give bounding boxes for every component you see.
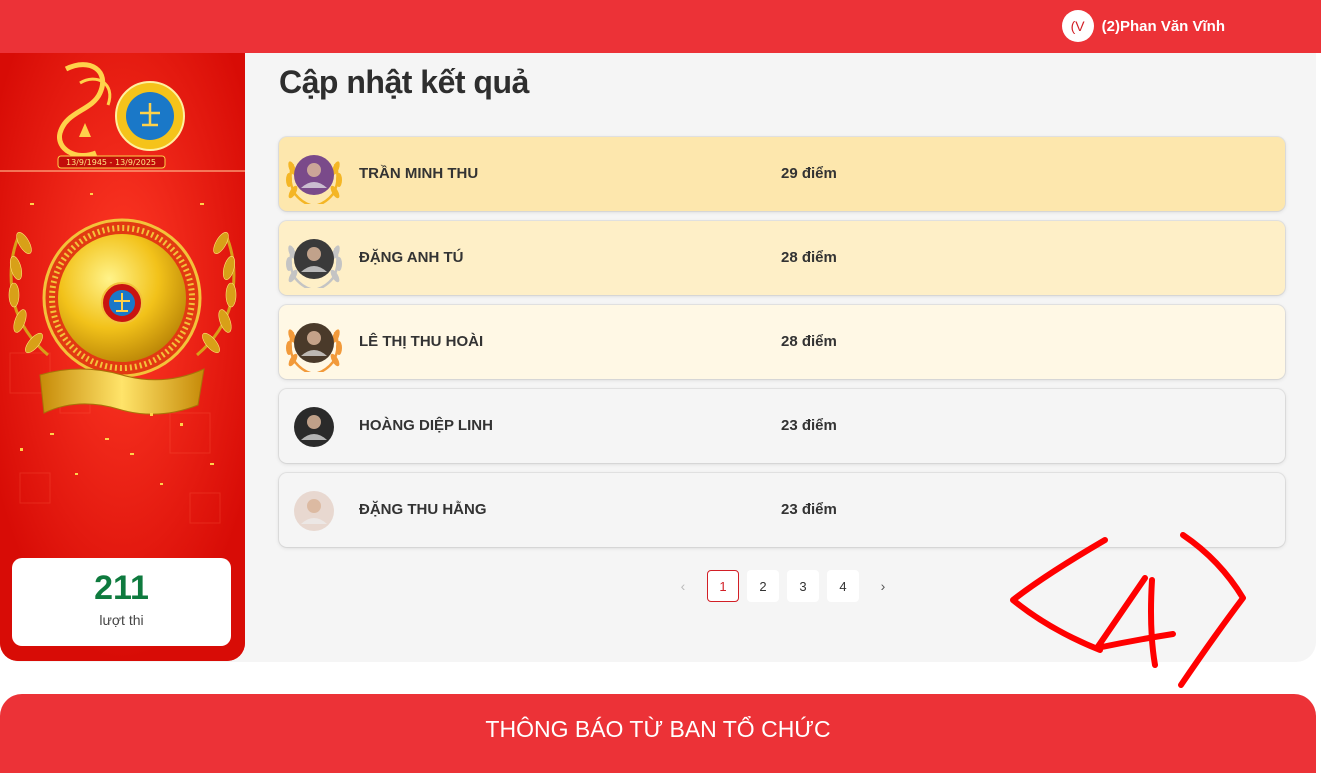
participant-score: 29 điểm [781, 165, 837, 182]
attempts-stat-card: 211 lượt thi [12, 558, 231, 646]
pagination: ‹ 1 2 3 4 › [667, 570, 899, 602]
pagination-page-button[interactable]: 4 [827, 570, 859, 602]
pagination-prev-button[interactable]: ‹ [667, 570, 699, 602]
gold-medal-avatar-icon [286, 155, 342, 204]
participant-score: 23 điểm [781, 417, 837, 434]
participant-name: TRẦN MINH THU [359, 165, 479, 182]
result-row: HOÀNG DIỆP LINH 23 điểm [279, 389, 1285, 463]
result-row: ĐẶNG ANH TÚ 28 điểm [279, 221, 1285, 295]
user-menu[interactable]: (V (2)Phan Văn Vĩnh [1061, 10, 1225, 42]
notice-title: THÔNG BÁO TỪ BAN TỔ CHỨC [485, 716, 831, 742]
result-row: LÊ THỊ THU HOÀI 28 điểm [279, 305, 1285, 379]
organizer-notice-bar[interactable]: THÔNG BÁO TỪ BAN TỔ CHỨC [0, 694, 1316, 773]
avatar [294, 407, 334, 447]
participant-name: LÊ THỊ THU HOÀI [359, 333, 484, 350]
participant-name: ĐẶNG ANH TÚ [359, 249, 464, 266]
pagination-page-button[interactable]: 3 [787, 570, 819, 602]
pagination-page-button[interactable]: 2 [747, 570, 779, 602]
participant-score: 28 điểm [781, 249, 837, 266]
bronze-medal-avatar-icon [286, 323, 342, 372]
participant-score: 28 điểm [781, 333, 837, 350]
user-avatar[interactable]: (V [1061, 10, 1094, 42]
avatar [294, 491, 334, 531]
user-name[interactable]: (2)Phan Văn Vĩnh [1102, 18, 1225, 35]
participant-name: ĐẶNG THU HẰNG [359, 501, 487, 518]
pagination-page-button[interactable]: 1 [707, 570, 739, 602]
emblem-date-text: 13/9/1945 - 13/9/2025 [66, 158, 156, 167]
participant-score: 23 điểm [781, 501, 837, 518]
pagination-next-button[interactable]: › [867, 570, 899, 602]
attempts-label: lượt thi [99, 612, 144, 628]
result-row: TRẦN MINH THU 29 điểm [279, 137, 1285, 211]
silver-medal-avatar-icon [286, 239, 342, 288]
handwritten-annotation [1010, 532, 1246, 688]
participant-name: HOÀNG DIỆP LINH [359, 417, 493, 434]
results-list: TRẦN MINH THU 29 điểm ĐẶNG ANH TÚ 28 điể… [279, 137, 1285, 557]
top-bar: (V (2)Phan Văn Vĩnh [0, 0, 1321, 53]
page-title: Cập nhật kết quả [279, 64, 529, 100]
attempts-count: 211 [94, 569, 149, 607]
sidebar-banner: 13/9/1945 - 13/9/2025 211 lượt thi [0, 53, 245, 661]
